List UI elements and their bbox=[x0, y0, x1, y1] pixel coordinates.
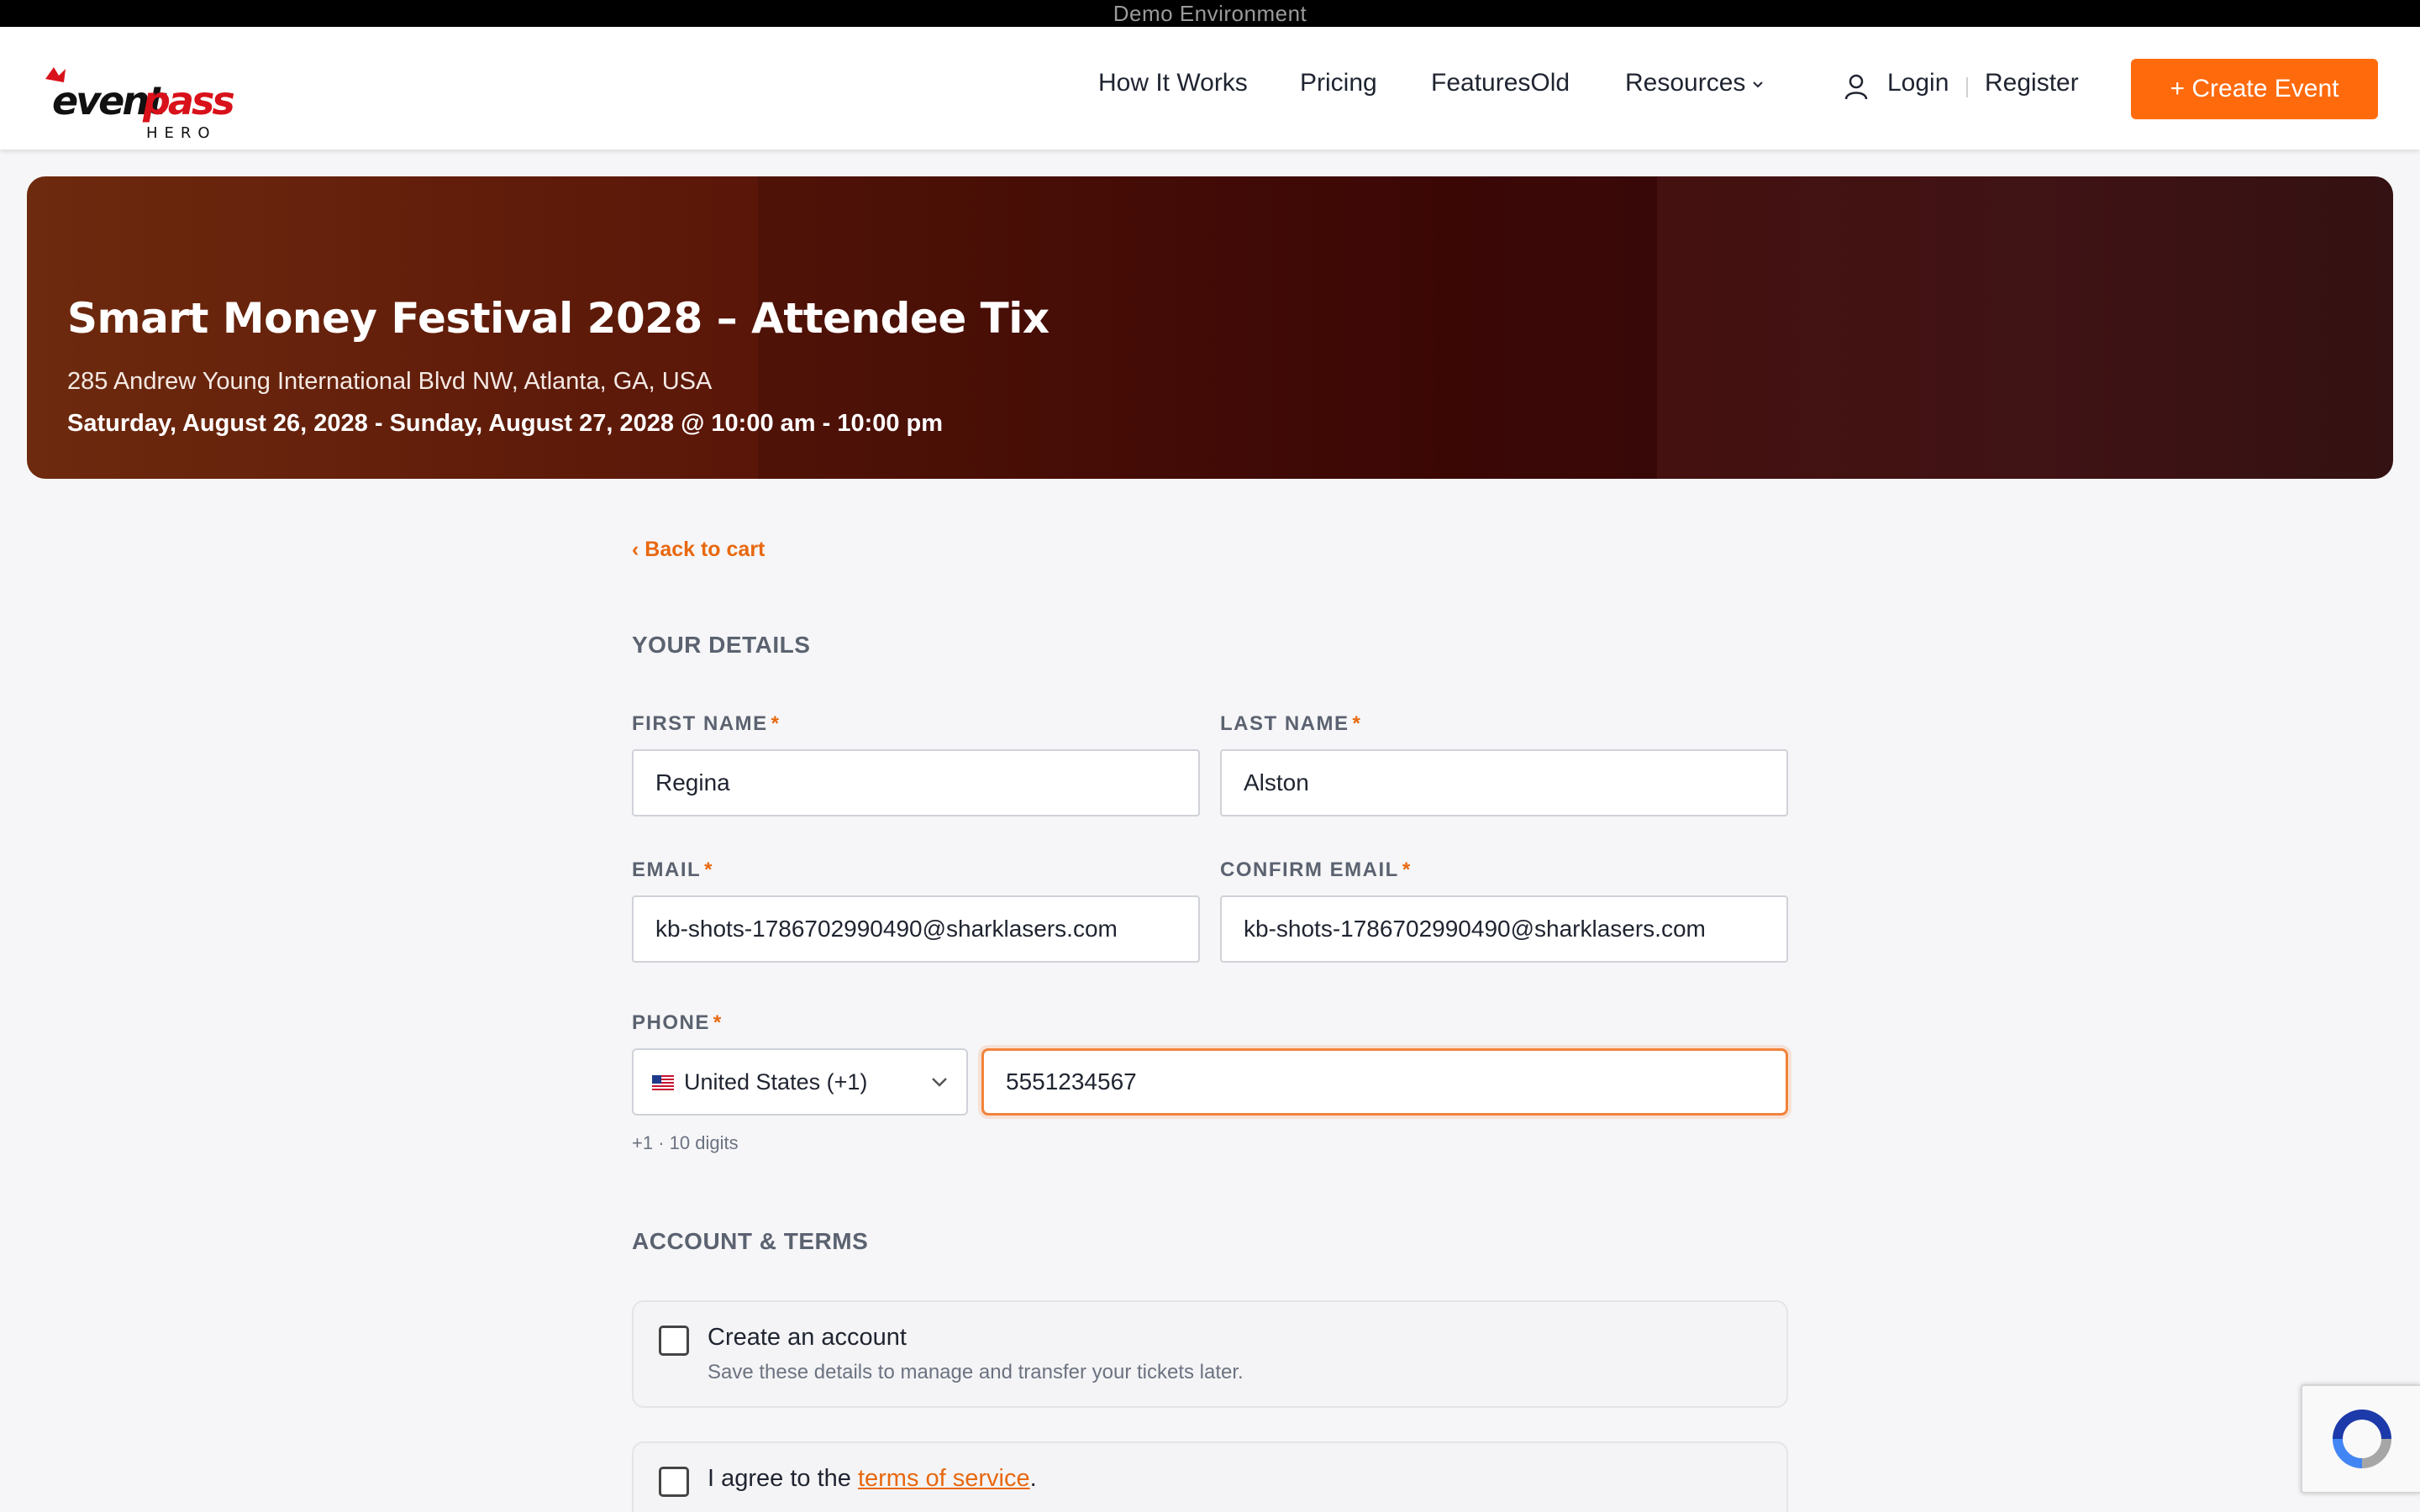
site-header: event pass HERO How It Works Pricing Fea… bbox=[0, 27, 2420, 150]
account-terms-heading: ACCOUNT & TERMS bbox=[632, 1228, 869, 1254]
terms-suffix: . bbox=[1029, 1465, 1037, 1492]
nav-how-it-works[interactable]: How It Works bbox=[1098, 69, 1248, 97]
required-marker: * bbox=[771, 712, 781, 735]
required-marker: * bbox=[704, 858, 714, 881]
us-flag-icon bbox=[652, 1075, 674, 1090]
event-address: 285 Andrew Young International Blvd NW, … bbox=[67, 368, 713, 395]
terms-checkbox[interactable] bbox=[659, 1467, 689, 1497]
event-hero-banner: Smart Money Festival 2028 – Attendee Tix… bbox=[27, 176, 2393, 479]
required-marker: * bbox=[713, 1011, 723, 1034]
eventpass-hero-logo[interactable]: event pass HERO bbox=[40, 52, 234, 144]
first-name-input[interactable]: Regina bbox=[632, 749, 1200, 816]
nav-featuresold[interactable]: FeaturesOld bbox=[1431, 69, 1570, 97]
phone-country-value: United States (+1) bbox=[684, 1069, 868, 1095]
terms-card[interactable]: I agree to the terms of service. bbox=[632, 1441, 1788, 1512]
logo-text-pass: pass bbox=[142, 78, 234, 123]
login-register-divider bbox=[1966, 77, 1968, 97]
nav-resources[interactable]: Resources bbox=[1625, 69, 1764, 97]
your-details-heading: YOUR DETAILS bbox=[632, 632, 811, 658]
phone-label: PHONE * bbox=[632, 1011, 723, 1035]
demo-environment-banner: Demo Environment bbox=[0, 0, 2420, 27]
login-link[interactable]: Login bbox=[1887, 69, 1949, 97]
create-account-label: Create an account bbox=[708, 1324, 907, 1351]
logo-text-hero: HERO bbox=[146, 124, 217, 142]
last-name-label: LAST NAME * bbox=[1220, 712, 1361, 736]
phone-country-select[interactable]: United States (+1) bbox=[632, 1048, 968, 1116]
confirm-email-label: CONFIRM EMAIL * bbox=[1220, 858, 1412, 882]
user-icon bbox=[1844, 74, 1868, 100]
chevron-down-icon bbox=[932, 1078, 947, 1087]
email-label-text: EMAIL bbox=[632, 858, 702, 881]
back-to-cart-link[interactable]: ‹ Back to cart bbox=[632, 538, 765, 562]
event-title: Smart Money Festival 2028 – Attendee Tix bbox=[67, 294, 1050, 343]
nav-resources-label: Resources bbox=[1625, 69, 1746, 97]
email-input[interactable]: kb-shots-1786702990490@sharklasers.com bbox=[632, 895, 1200, 963]
terms-label: I agree to the terms of service. bbox=[708, 1465, 1037, 1493]
terms-prefix: I agree to the bbox=[708, 1465, 858, 1492]
first-name-label-text: FIRST NAME bbox=[632, 712, 768, 735]
last-name-label-text: LAST NAME bbox=[1220, 712, 1349, 735]
chevron-down-icon bbox=[1753, 81, 1764, 88]
confirm-email-label-text: CONFIRM EMAIL bbox=[1220, 858, 1399, 881]
phone-format-hint: +1 · 10 digits bbox=[632, 1132, 739, 1153]
terms-of-service-link[interactable]: terms of service bbox=[858, 1465, 1030, 1492]
event-dates: Saturday, August 26, 2028 - Sunday, Augu… bbox=[67, 410, 944, 437]
email-label: EMAIL * bbox=[632, 858, 713, 882]
create-account-description: Save these details to manage and transfe… bbox=[708, 1361, 1244, 1383]
phone-number-input[interactable]: 5551234567 bbox=[981, 1048, 1788, 1116]
last-name-input[interactable]: Alston bbox=[1220, 749, 1788, 816]
register-link[interactable]: Register bbox=[1985, 69, 2079, 97]
confirm-email-input[interactable]: kb-shots-1786702990490@sharklasers.com bbox=[1220, 895, 1788, 963]
recaptcha-icon bbox=[2333, 1410, 2391, 1468]
hero-overlay-panel bbox=[1657, 176, 2393, 479]
required-marker: * bbox=[1402, 858, 1412, 881]
nav-pricing[interactable]: Pricing bbox=[1300, 69, 1377, 97]
create-event-button[interactable]: + Create Event bbox=[2131, 59, 2378, 119]
first-name-label: FIRST NAME * bbox=[632, 712, 781, 736]
required-marker: * bbox=[1352, 712, 1362, 735]
recaptcha-badge[interactable] bbox=[2301, 1384, 2420, 1494]
phone-label-text: PHONE bbox=[632, 1011, 710, 1034]
create-account-checkbox[interactable] bbox=[659, 1326, 689, 1356]
create-account-card[interactable]: Create an account Save these details to … bbox=[632, 1300, 1788, 1408]
